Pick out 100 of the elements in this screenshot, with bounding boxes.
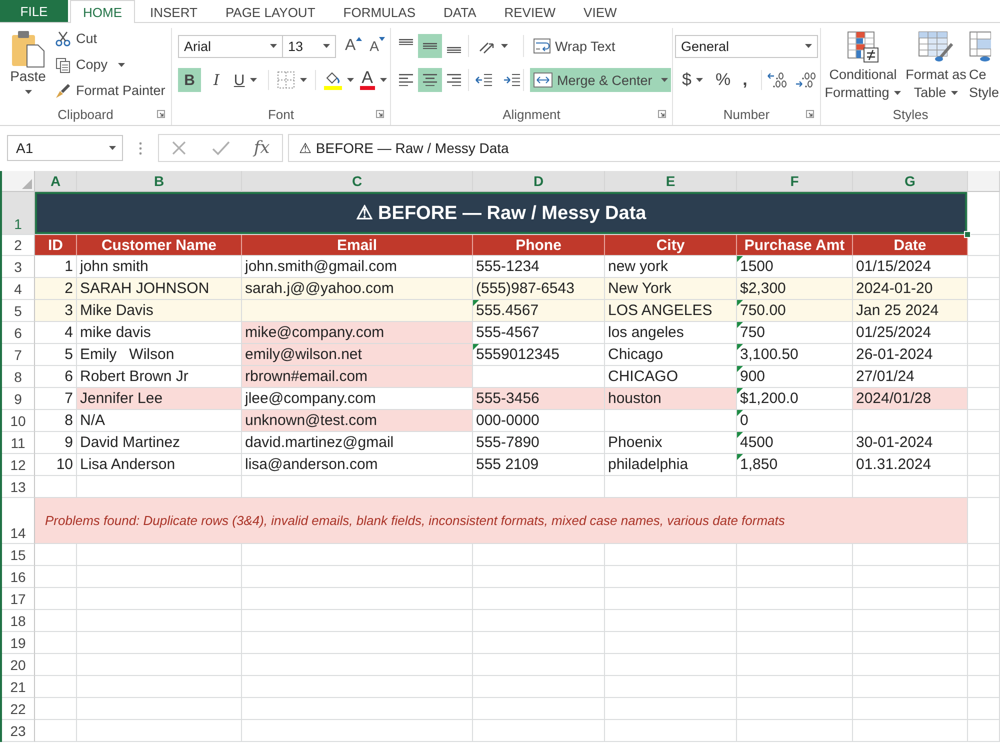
empty-cell[interactable]	[605, 698, 737, 720]
empty-cell[interactable]	[968, 476, 1000, 498]
increase-decimal-icon[interactable]	[767, 71, 790, 89]
number-format-dropdown[interactable]: General	[675, 34, 818, 58]
wrap-text-button[interactable]: Wrap Text	[530, 34, 618, 58]
empty-cell[interactable]	[605, 410, 737, 432]
select-all-icon[interactable]	[22, 179, 32, 189]
empty-cell[interactable]	[77, 588, 242, 610]
empty-cell[interactable]	[853, 544, 968, 566]
column-header[interactable]: A	[35, 171, 77, 192]
empty-cell[interactable]	[77, 632, 242, 654]
underline-button[interactable]: U	[232, 68, 259, 92]
empty-cell[interactable]	[968, 366, 1000, 388]
empty-cell[interactable]	[77, 698, 242, 720]
file-tab[interactable]: FILE	[0, 0, 68, 22]
row-header[interactable]: 18	[2, 610, 35, 632]
empty-cell[interactable]	[605, 676, 737, 698]
insert-function-button[interactable]: fx	[254, 138, 270, 158]
empty-cell[interactable]	[77, 566, 242, 588]
empty-cell[interactable]	[242, 588, 473, 610]
empty-cell[interactable]	[968, 654, 1000, 676]
empty-cell[interactable]	[737, 720, 853, 742]
empty-cell[interactable]	[853, 566, 968, 588]
empty-cell[interactable]	[473, 698, 605, 720]
empty-cell[interactable]	[853, 410, 968, 432]
name-box[interactable]: A1	[7, 135, 123, 161]
empty-cell[interactable]	[242, 720, 473, 742]
empty-cell[interactable]	[473, 566, 605, 588]
empty-cell[interactable]	[737, 632, 853, 654]
empty-cell[interactable]	[473, 720, 605, 742]
empty-cell[interactable]	[853, 720, 968, 742]
empty-cell[interactable]	[605, 654, 737, 676]
row-header[interactable]: 11	[2, 432, 35, 454]
row-header[interactable]: 10	[2, 410, 35, 432]
ribbon-tab[interactable]: FORMULAS	[330, 0, 428, 23]
row-header[interactable]: 22	[2, 698, 35, 720]
row-header[interactable]: 8	[2, 366, 35, 388]
fill-handle[interactable]	[964, 231, 971, 238]
row-header[interactable]: 17	[2, 588, 35, 610]
dialog-launcher-icon[interactable]	[806, 110, 814, 118]
row-header[interactable]: 12	[2, 454, 35, 476]
cut-button[interactable]: Cut	[55, 28, 166, 49]
empty-cell[interactable]	[853, 676, 968, 698]
format-as-table-button[interactable]: Format as Table	[903, 31, 969, 103]
dialog-launcher-icon[interactable]	[376, 110, 384, 118]
empty-cell[interactable]	[968, 610, 1000, 632]
column-header[interactable]: C	[242, 171, 473, 192]
empty-cell[interactable]	[968, 410, 1000, 432]
ribbon-tab[interactable]: DATA	[430, 0, 490, 23]
empty-cell[interactable]	[737, 698, 853, 720]
increase-indent-icon[interactable]	[503, 73, 521, 87]
column-header[interactable]: F	[737, 171, 853, 192]
empty-cell[interactable]	[473, 654, 605, 676]
empty-cell[interactable]	[242, 544, 473, 566]
empty-cell[interactable]	[242, 566, 473, 588]
row-header[interactable]: 1	[2, 192, 35, 235]
empty-cell[interactable]	[968, 344, 1000, 366]
currency-button[interactable]: $	[679, 68, 706, 92]
empty-cell[interactable]	[853, 610, 968, 632]
empty-cell[interactable]	[605, 632, 737, 654]
empty-cell[interactable]	[77, 720, 242, 742]
row-header[interactable]: 15	[2, 544, 35, 566]
formula-input[interactable]: ⚠ BEFORE — Raw / Messy Data	[288, 134, 1000, 162]
align-center-button[interactable]	[418, 68, 442, 92]
empty-cell[interactable]	[968, 498, 1000, 544]
column-header[interactable]: D	[473, 171, 605, 192]
percent-button[interactable]: %	[712, 68, 734, 92]
column-header[interactable]: E	[605, 171, 737, 192]
empty-cell[interactable]	[242, 676, 473, 698]
row-header[interactable]: 21	[2, 676, 35, 698]
empty-cell[interactable]	[737, 566, 853, 588]
empty-cell[interactable]	[77, 544, 242, 566]
cancel-icon[interactable]	[171, 140, 188, 156]
decrease-decimal-icon[interactable]	[795, 71, 818, 89]
decrease-indent-icon[interactable]	[475, 73, 493, 87]
row-header[interactable]: 4	[2, 278, 35, 300]
empty-cell[interactable]	[605, 566, 737, 588]
title-cell[interactable]: ⚠ BEFORE — Raw / Messy Data	[35, 192, 967, 234]
empty-cell[interactable]	[853, 698, 968, 720]
empty-cell[interactable]	[77, 676, 242, 698]
empty-cell[interactable]	[605, 544, 737, 566]
row-header[interactable]: 6	[2, 322, 35, 344]
row-header[interactable]: 13	[2, 476, 35, 498]
align-middle-button[interactable]	[418, 34, 442, 58]
merge-center-button[interactable]: Merge & Center	[530, 68, 671, 92]
format-painter-button[interactable]: Format Painter	[55, 80, 166, 101]
column-header[interactable]: B	[77, 171, 242, 192]
empty-cell[interactable]	[242, 610, 473, 632]
shrink-font-button[interactable]: A	[366, 34, 388, 58]
empty-cell[interactable]	[473, 544, 605, 566]
cell-styles-button[interactable]: Ce Style	[969, 31, 999, 103]
empty-cell[interactable]	[242, 654, 473, 676]
row-header[interactable]: 7	[2, 344, 35, 366]
empty-cell[interactable]	[737, 654, 853, 676]
ribbon-tab[interactable]: INSERT	[137, 0, 210, 23]
row-header[interactable]: 2	[2, 235, 35, 256]
empty-cell[interactable]	[737, 588, 853, 610]
empty-cell[interactable]	[473, 676, 605, 698]
empty-cell[interactable]	[853, 654, 968, 676]
dialog-launcher-icon[interactable]	[157, 110, 165, 118]
